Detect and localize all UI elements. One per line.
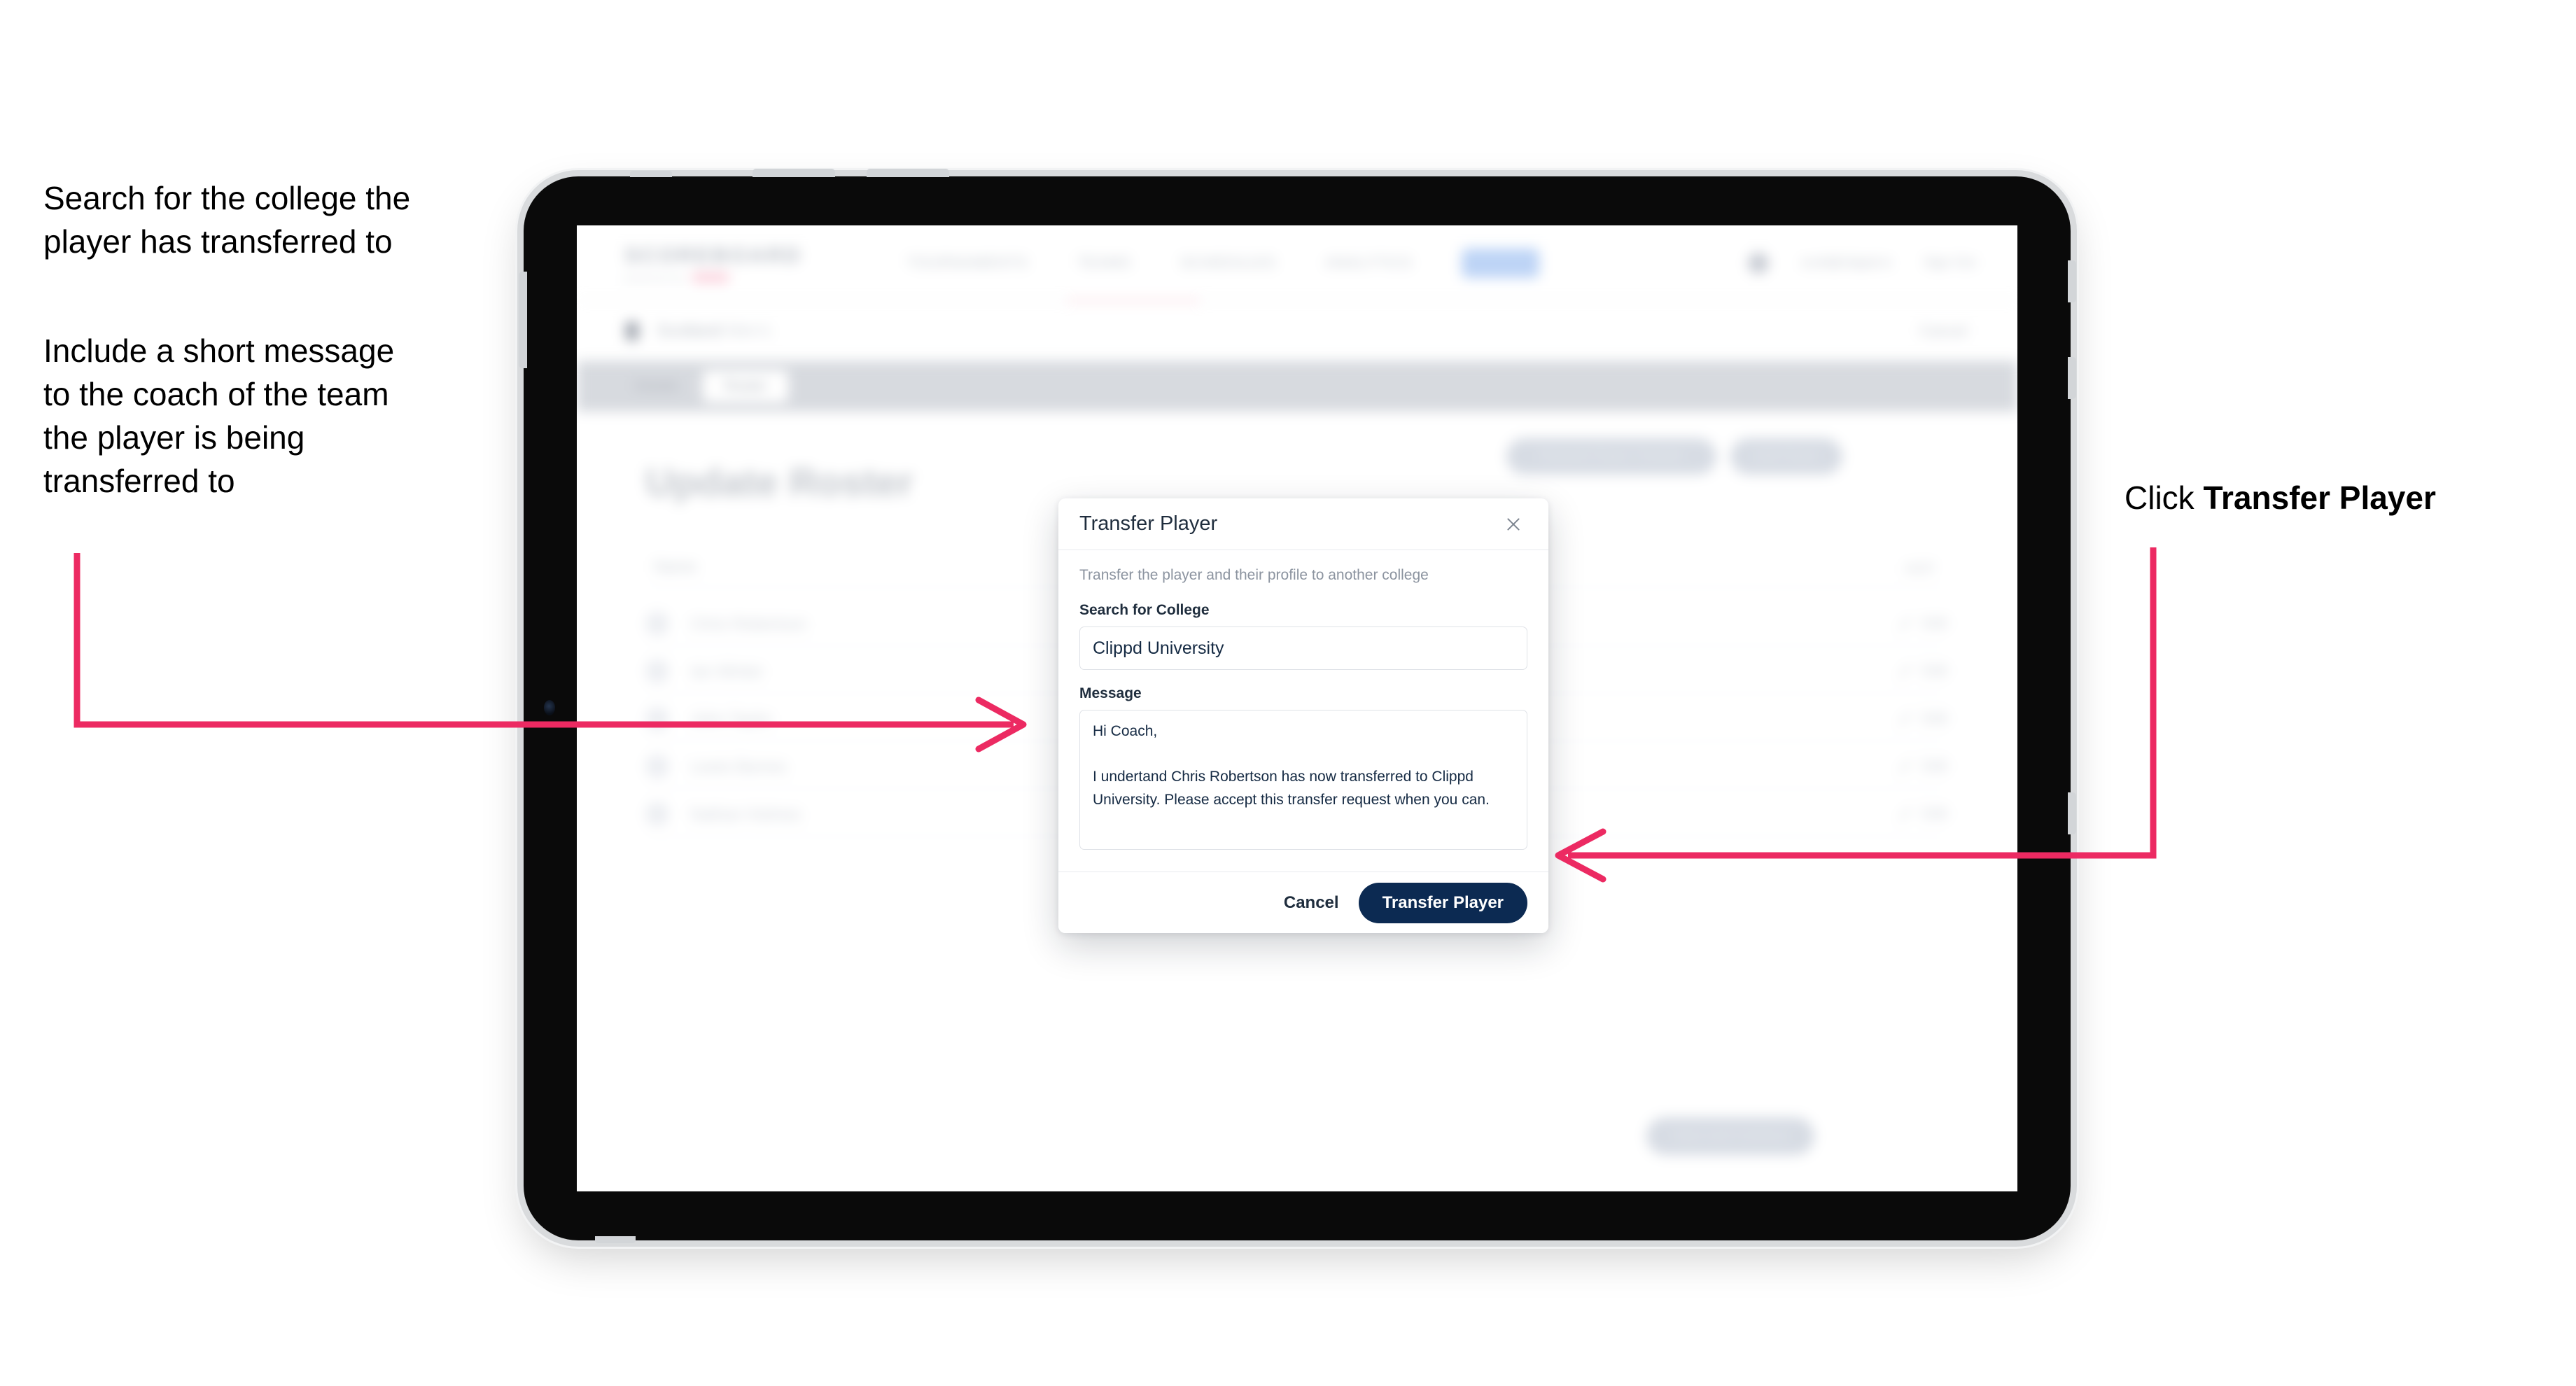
player-name: Chris Robertson	[690, 614, 807, 633]
nav-item-analytics[interactable]: ANALYTICS	[1325, 255, 1412, 272]
pencil-icon	[1898, 664, 1912, 678]
breadcrumb-cancel[interactable]: Cancel	[1919, 322, 1967, 340]
device-side-contact-2	[2068, 357, 2076, 399]
player-avatar	[645, 707, 669, 731]
device-bottom-port	[595, 1236, 636, 1243]
player-name: Lewis Barnes	[690, 757, 788, 776]
edit-label: Edit	[1921, 615, 1947, 631]
modal-header: Transfer Player	[1058, 498, 1548, 550]
save-and-continue-button[interactable]: Save and Continue	[1646, 1117, 1814, 1155]
brand-logo[interactable]: SCOREBOARD powered by	[624, 243, 802, 284]
breadcrumb-title: Scotland	[657, 321, 722, 340]
pencil-icon	[1898, 712, 1912, 726]
request-player-transfer-button[interactable]: Request Player Transfer	[1506, 438, 1716, 475]
device-top-mic	[630, 171, 672, 177]
nav-item-tournaments[interactable]: TOURNAMENTS	[907, 255, 1028, 272]
annotation-include-message: Include a short message to the coach of …	[43, 332, 395, 500]
tab-strip: Details Roster	[577, 361, 2017, 412]
tab-roster[interactable]: Roster	[703, 370, 789, 402]
edit-player-link[interactable]: Edit	[1898, 615, 1947, 632]
add-player-label: Add Player	[1754, 449, 1819, 463]
nav-item-teams[interactable]: TEAMS	[1077, 255, 1131, 272]
modal-footer: Cancel Transfer Player	[1058, 872, 1548, 933]
brand-clippd-mark	[692, 272, 729, 283]
screenshot-stage: Search for the college the player has tr…	[0, 0, 2576, 1386]
device-volume-down-button[interactable]	[867, 169, 949, 177]
breadcrumb: Scotland Men's Cancel	[577, 302, 2017, 360]
nav-user-email: scott@clippd.io	[1800, 255, 1892, 270]
search-college-label: Search for College	[1079, 602, 1210, 618]
edit-player-link[interactable]: Edit	[1898, 806, 1947, 822]
pencil-icon	[1898, 617, 1912, 631]
flag-icon	[626, 321, 638, 340]
avatar[interactable]	[1747, 252, 1769, 274]
nav-items: TOURNAMENTS TEAMS SCHEDULES ANALYTICS AD…	[907, 248, 1540, 278]
brand-powered-by: powered by	[624, 272, 686, 284]
transfer-player-modal: Transfer Player Transfer the player and …	[1058, 498, 1548, 933]
message-textarea[interactable]: Hi Coach, I undertand Chris Robertson ha…	[1079, 710, 1527, 850]
nav-sign-out[interactable]: Sign Out	[1924, 255, 1975, 271]
page-title: Update Roster	[645, 460, 913, 504]
column-header-name: Name	[654, 557, 697, 575]
annotation-click-prefix: Click	[2124, 479, 2204, 516]
column-header-hcp: HCP	[1905, 561, 1935, 577]
edit-player-link[interactable]: Edit	[1898, 758, 1947, 775]
edit-label: Edit	[1921, 710, 1947, 727]
edit-label: Edit	[1921, 758, 1947, 774]
device-side-contact-3	[2068, 792, 2076, 834]
pencil-icon	[1898, 760, 1912, 774]
request-player-transfer-label: Request Player Transfer	[1539, 449, 1684, 463]
close-icon[interactable]	[1499, 510, 1527, 538]
player-name: Ian Winter	[690, 662, 764, 680]
player-avatar	[645, 612, 669, 636]
brand-wordmark: SCOREBOARD	[624, 242, 802, 267]
modal-body: Transfer the player and their profile to…	[1058, 550, 1548, 872]
nav-item-admin[interactable]: ADMIN	[1461, 248, 1540, 278]
breadcrumb-suffix: Men's	[727, 321, 771, 340]
tab-details[interactable]: Details	[613, 370, 700, 402]
device-volume-up-button[interactable]	[752, 169, 835, 177]
device-power-button[interactable]	[519, 272, 527, 368]
player-avatar	[645, 802, 669, 826]
device-front-camera-icon	[544, 700, 555, 715]
transfer-player-button[interactable]: Transfer Player	[1358, 882, 1527, 923]
search-college-input[interactable]	[1079, 626, 1527, 670]
message-label: Message	[1079, 685, 1142, 701]
edit-player-link[interactable]: Edit	[1898, 663, 1947, 680]
player-avatar	[645, 659, 669, 683]
nav-item-schedules[interactable]: SCHEDULES	[1180, 255, 1276, 272]
annotation-click-bold: Transfer Player	[2203, 479, 2436, 516]
add-player-button[interactable]: Add Player	[1730, 438, 1842, 475]
edit-label: Edit	[1921, 806, 1947, 822]
modal-title: Transfer Player	[1079, 512, 1218, 535]
edit-player-link[interactable]: Edit	[1898, 710, 1947, 727]
save-and-continue-label: Save and Continue	[1674, 1128, 1787, 1143]
player-name: Nathan Holmes	[690, 804, 802, 823]
cancel-button[interactable]: Cancel	[1284, 893, 1339, 913]
annotation-click-transfer-player: Click Transfer Player	[2124, 476, 2558, 519]
app-navbar: SCOREBOARD powered by TOURNAMENTS TEAMS …	[577, 225, 2017, 301]
annotation-search-college: Search for the college the player has tr…	[43, 180, 411, 260]
player-name: John Taylor	[690, 709, 773, 728]
modal-description: Transfer the player and their profile to…	[1079, 567, 1429, 583]
pencil-icon	[1898, 807, 1912, 821]
edit-label: Edit	[1921, 663, 1947, 679]
player-avatar	[645, 755, 669, 778]
device-side-contact-1	[2068, 260, 2076, 302]
